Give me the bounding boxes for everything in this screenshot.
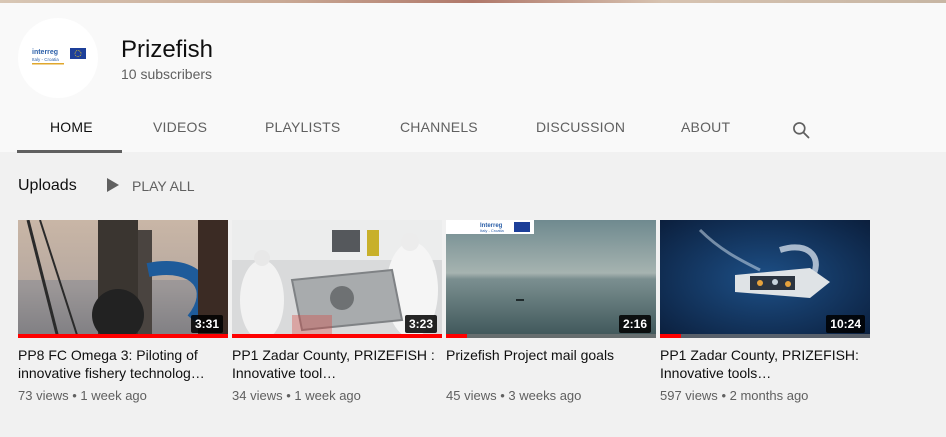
separator-dot: • [72,388,77,403]
video-thumbnail[interactable]: 3:31 [18,220,228,338]
watched-progress-bar [232,334,442,338]
shelf-title[interactable]: Uploads [18,177,77,195]
upload-age: 1 week ago [80,388,147,403]
watched-progress-bar [446,334,467,338]
separator-dot: • [286,388,291,403]
play-icon[interactable] [107,178,119,192]
svg-text:Italy - Croatia: Italy - Croatia [32,57,59,62]
video-duration: 3:31 [190,315,223,333]
video-title[interactable]: Prizefish Project mail goals [446,346,656,382]
tab-videos[interactable]: VIDEOS [153,119,207,135]
separator-dot: • [721,388,726,403]
active-tab-indicator [17,150,122,153]
video-duration: 2:16 [618,315,651,333]
video-meta: 597 views • 2 months ago [660,388,870,403]
video-card[interactable]: Interreg Italy - Croatia 2:16 Prizefish … [446,220,656,403]
video-thumbnail[interactable]: 10:24 [660,220,870,338]
video-duration: 10:24 [826,315,865,333]
video-duration: 3:23 [404,315,437,333]
upload-age: 1 week ago [294,388,361,403]
play-all-button[interactable]: PLAY ALL [132,178,195,194]
video-thumbnail[interactable]: Interreg Italy - Croatia 2:16 [446,220,656,338]
tab-playlists[interactable]: PLAYLISTS [265,119,340,135]
video-meta: 45 views • 3 weeks ago [446,388,656,403]
svg-text:interreg: interreg [32,49,58,56]
search-icon[interactable] [791,120,811,140]
watched-progress-bar [660,334,681,338]
video-meta: 34 views • 1 week ago [232,388,442,403]
view-count: 45 views [446,388,497,403]
view-count: 73 views [18,388,69,403]
separator-dot: • [500,388,505,403]
video-meta: 73 views • 1 week ago [18,388,228,403]
view-count: 34 views [232,388,283,403]
tab-discussion[interactable]: DISCUSSION [536,119,625,135]
interreg-logo-icon: interreg Italy - Croatia [29,46,87,68]
progress-track [660,334,870,338]
upload-age: 2 months ago [729,388,809,403]
avatar[interactable]: interreg Italy - Croatia [18,18,98,98]
channel-name: Prizefish [121,36,214,63]
tab-about[interactable]: ABOUT [681,119,730,135]
subscriber-count: 10 subscribers [121,66,213,82]
video-card[interactable]: 10:24 PP1 Zadar County, PRIZEFISH: Innov… [660,220,870,403]
tab-home[interactable]: HOME [50,119,93,135]
video-thumbnail[interactable]: 3:23 [232,220,442,338]
upload-age: 3 weeks ago [508,388,582,403]
svg-text:Italy - Croatia: Italy - Croatia [480,228,505,233]
view-count: 597 views [660,388,718,403]
video-card[interactable]: 3:31 PP8 FC Omega 3: Piloting of innovat… [18,220,228,403]
video-title[interactable]: PP1 Zadar County, PRIZEFISH : Innovative… [232,346,442,382]
tab-channels[interactable]: CHANNELS [400,119,478,135]
progress-track [446,334,656,338]
video-title[interactable]: PP1 Zadar County, PRIZEFISH: Innovative … [660,346,870,382]
video-title[interactable]: PP8 FC Omega 3: Piloting of innovative f… [18,346,228,382]
watched-progress-bar [18,334,228,338]
video-card[interactable]: 3:23 PP1 Zadar County, PRIZEFISH : Innov… [232,220,442,403]
channel-header: interreg Italy - Croatia Prizefish 10 su… [0,3,946,153]
